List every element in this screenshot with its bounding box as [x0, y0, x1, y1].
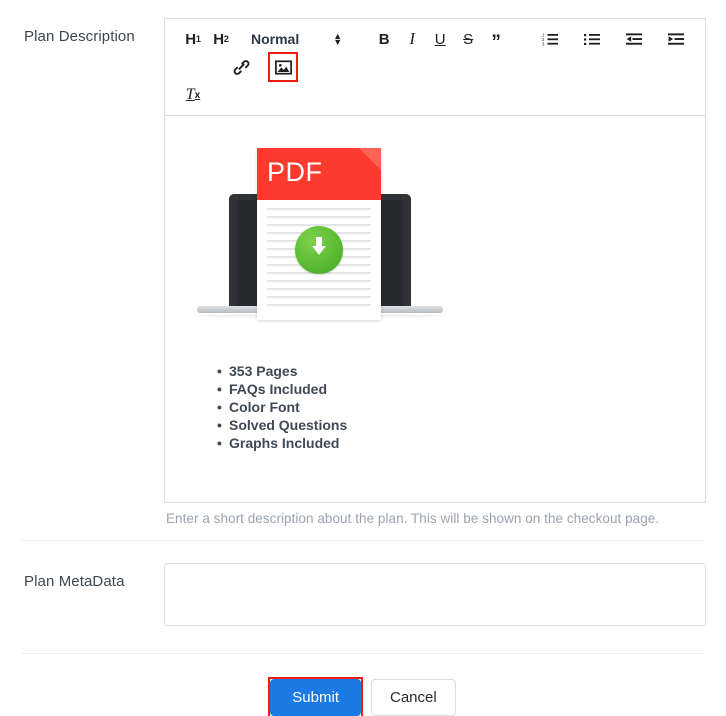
plan-metadata-input[interactable]: [164, 563, 706, 626]
link-button[interactable]: [227, 53, 255, 81]
strikethrough-label: S: [463, 30, 474, 48]
outdent-icon: [626, 32, 643, 46]
underline-label: U: [434, 30, 446, 48]
editor-content-area[interactable]: PDF • 353 Pages • FAQs Included • Color …: [165, 116, 705, 502]
plan-description-help-text: Enter a short description about the plan…: [166, 511, 660, 526]
italic-button[interactable]: I: [398, 25, 426, 53]
clear-format-sub: x: [194, 89, 201, 101]
plan-metadata-control: [164, 563, 706, 631]
heading-2-button[interactable]: H2: [207, 25, 235, 53]
plan-description-label: Plan Description: [24, 28, 135, 45]
plan-description-control: H1 H2 Normal ▲ ▼ B I U S ” 1 2 3 T x PDF…: [164, 18, 706, 526]
heading-1-label: H: [185, 30, 196, 48]
rich-text-editor: H1 H2 Normal ▲ ▼ B I U S ” 1 2 3 T x PDF…: [164, 18, 706, 503]
underline-button[interactable]: U: [426, 25, 454, 53]
format-select-value: Normal: [251, 31, 300, 47]
download-arrow-icon: [312, 237, 326, 255]
heading-2-sub: 2: [223, 34, 229, 44]
form-actions: Submit Cancel: [0, 654, 726, 716]
outdent-button[interactable]: [620, 25, 648, 53]
list-item: Solved Questions: [217, 417, 691, 435]
heading-1-button[interactable]: H1: [179, 25, 207, 53]
select-updown-icon: ▲ ▼: [333, 31, 343, 47]
blockquote-label: ”: [491, 32, 501, 53]
bold-label: B: [378, 30, 390, 48]
ordered-list-button[interactable]: 1 2 3: [536, 25, 564, 53]
heading-2-label: H: [213, 30, 224, 48]
pdf-label: PDF: [267, 157, 323, 187]
editor-toolbar: H1 H2 Normal ▲ ▼ B I U S ” 1 2 3 T x: [165, 19, 705, 116]
pdf-document-header: PDF: [257, 148, 381, 200]
bullet-list-button[interactable]: [578, 25, 606, 53]
cancel-button[interactable]: Cancel: [370, 679, 456, 716]
submit-highlight-box: Submit: [268, 677, 363, 716]
download-badge-icon: [295, 226, 343, 274]
list-item: FAQs Included: [217, 381, 691, 399]
heading-1-sub: 1: [195, 34, 201, 44]
blockquote-button[interactable]: ”: [482, 25, 510, 53]
page-fold-corner-icon: [359, 148, 381, 170]
italic-label: I: [409, 29, 415, 48]
strikethrough-button[interactable]: S: [454, 25, 482, 53]
plan-metadata-row: Plan MetaData: [0, 541, 726, 653]
list-item: Color Font: [217, 399, 691, 417]
ordered-list-icon: 1 2 3: [542, 32, 559, 46]
plan-metadata-label: Plan MetaData: [24, 573, 125, 590]
plan-form-page: Plan Description H1 H2 Normal ▲ ▼ B I U …: [0, 0, 726, 716]
plan-feature-list: 353 Pages FAQs Included Color Font Solve…: [217, 363, 691, 453]
format-select[interactable]: Normal ▲ ▼: [251, 31, 342, 47]
pdf-document: PDF: [257, 148, 381, 320]
plan-description-row: Plan Description H1 H2 Normal ▲ ▼ B I U …: [0, 0, 726, 526]
indent-button[interactable]: [662, 25, 690, 53]
image-button[interactable]: [268, 52, 298, 82]
svg-text:3: 3: [542, 42, 545, 46]
submit-button[interactable]: Submit: [270, 679, 361, 716]
clear-format-label: T: [185, 86, 195, 103]
list-item: 353 Pages: [217, 363, 691, 381]
bold-button[interactable]: B: [370, 25, 398, 53]
bullet-list-icon: [584, 32, 601, 46]
image-icon: [274, 59, 292, 75]
pdf-download-illustration: PDF: [195, 136, 445, 341]
clear-format-button[interactable]: Tx: [179, 81, 207, 109]
indent-icon: [668, 32, 685, 46]
list-item: Graphs Included: [217, 435, 691, 453]
link-icon: [233, 59, 250, 75]
